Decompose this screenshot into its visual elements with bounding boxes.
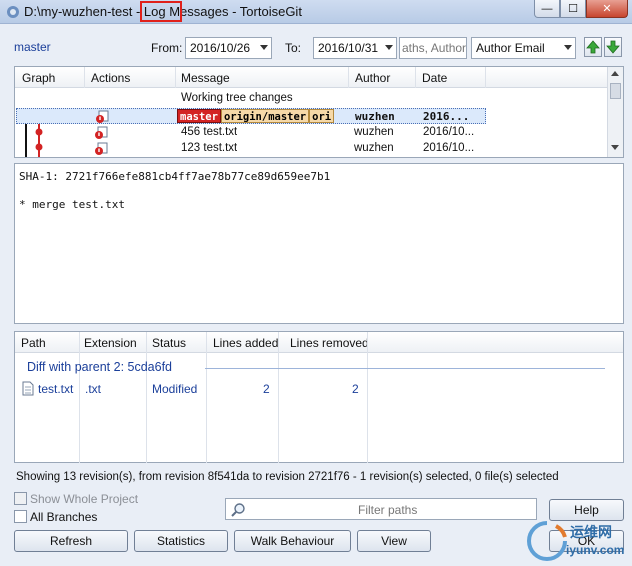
column-header-author[interactable]: Author	[355, 71, 390, 85]
arrow-down-icon	[606, 40, 620, 54]
current-branch-link[interactable]: master	[14, 40, 51, 54]
column-header-lines-removed[interactable]: Lines removed	[290, 336, 369, 350]
column-header-actions[interactable]: Actions	[91, 71, 130, 85]
commit-action-icon	[96, 110, 109, 123]
files-list-header: Path Extension Status Lines added Lines …	[15, 332, 623, 353]
filter-paths-input[interactable]: Filter paths	[225, 498, 537, 520]
maximize-button[interactable]: ☐	[560, 0, 586, 18]
checkbox-box	[14, 510, 27, 523]
commit-message: * merge test.txt	[19, 198, 125, 211]
watermark-line1: 运维网	[570, 524, 612, 540]
title-bar: D:\my-wuzhen-test - Log Messages - Torto…	[0, 0, 632, 24]
chevron-down-icon	[260, 45, 268, 50]
revision-list[interactable]: Graph Actions Message Author Date Workin…	[14, 66, 624, 158]
ref-tag-origin-master: origin/master	[220, 109, 310, 123]
filter-by-select[interactable]: Author Email	[471, 37, 576, 59]
author-cell: wuzhen	[355, 110, 395, 123]
commit-action-icon	[95, 142, 108, 155]
log-messages-window: D:\my-wuzhen-test - Log Messages - Torto…	[0, 0, 632, 566]
arrow-up-icon	[586, 40, 600, 54]
table-row[interactable]: master origin/master ori wuzhen 2016...	[16, 108, 486, 124]
date-cell: 2016/10...	[423, 142, 475, 154]
file-status: Modified	[152, 382, 198, 396]
date-cell: 2016...	[423, 110, 470, 123]
scroll-down-icon[interactable]	[611, 145, 619, 150]
table-row[interactable]: 456 test.txt wuzhen 2016/10...	[16, 125, 486, 141]
file-extension: .txt	[85, 382, 102, 396]
changed-files-list[interactable]: Path Extension Status Lines added Lines …	[14, 331, 624, 463]
tortoisegit-icon	[7, 6, 19, 18]
minimize-button[interactable]: —	[534, 0, 560, 18]
commit-action-icon	[95, 126, 108, 139]
commit-sha: SHA-1: 2721f766efe881cb4ff7ae78b77ce89d6…	[19, 170, 331, 183]
revision-list-header: Graph Actions Message Author Date	[15, 67, 623, 88]
ref-tag-master: master	[177, 109, 221, 123]
watermark: 运维网 iyunv.com	[526, 518, 630, 564]
message-cell: 123 test.txt	[181, 142, 238, 154]
column-header-lines-added[interactable]: Lines added	[213, 336, 278, 350]
watermark-line2: iyunv.com	[566, 543, 625, 557]
scroll-up-icon[interactable]	[611, 71, 619, 76]
revision-list-scrollbar[interactable]	[607, 67, 623, 157]
group-divider	[205, 368, 605, 369]
diff-group-header[interactable]: Diff with parent 2: 5cda6fd	[27, 360, 172, 374]
working-tree-label: Working tree changes	[181, 92, 293, 104]
table-row[interactable]: 123 test.txt wuzhen 2016/10...	[16, 141, 486, 157]
search-icon	[231, 503, 245, 517]
lines-removed: 2	[352, 382, 359, 396]
next-page-button[interactable]	[604, 37, 622, 57]
column-header-status[interactable]: Status	[152, 336, 186, 350]
lines-added: 2	[263, 382, 270, 396]
refresh-button[interactable]: Refresh	[14, 530, 128, 552]
walk-behaviour-button[interactable]: Walk Behaviour	[234, 530, 351, 552]
column-header-extension[interactable]: Extension	[84, 336, 137, 350]
status-text: Showing 13 revision(s), from revision 8f…	[16, 471, 559, 483]
ref-tag-origin-truncated: ori	[309, 109, 335, 123]
author-cell: wuzhen	[354, 126, 394, 138]
to-date-picker[interactable]: 2016/10/31	[313, 37, 397, 59]
file-path[interactable]: test.txt	[38, 382, 73, 396]
message-cell: 456 test.txt	[181, 126, 238, 138]
date-cell: 2016/10...	[423, 126, 475, 138]
search-field[interactable]: aths, Authors	[399, 37, 467, 59]
from-label: From:	[151, 41, 183, 55]
list-item[interactable]: Working tree changes	[16, 91, 486, 107]
column-header-date[interactable]: Date	[422, 71, 447, 85]
previous-page-button[interactable]	[584, 37, 602, 57]
chevron-down-icon	[385, 45, 393, 50]
watermark-logo	[527, 521, 567, 561]
close-button[interactable]: ✕	[586, 0, 628, 18]
to-label: To:	[285, 41, 302, 55]
statistics-button[interactable]: Statistics	[134, 530, 228, 552]
column-header-message[interactable]: Message	[181, 71, 230, 85]
scrollbar-thumb[interactable]	[610, 83, 621, 99]
chevron-down-icon	[564, 45, 572, 50]
column-header-path[interactable]: Path	[21, 336, 46, 350]
column-header-graph[interactable]: Graph	[22, 71, 55, 85]
author-cell: wuzhen	[354, 142, 394, 154]
file-icon	[22, 381, 34, 396]
all-branches-checkbox[interactable]: All Branches	[14, 510, 97, 524]
show-whole-project-checkbox[interactable]: Show Whole Project	[14, 492, 138, 506]
from-date-picker[interactable]: 2016/10/26	[185, 37, 272, 59]
ref-labels: master origin/master ori	[177, 109, 335, 123]
view-button[interactable]: View	[357, 530, 431, 552]
annotation-highlight-box	[140, 1, 182, 22]
checkbox-box	[14, 492, 27, 505]
commit-message-pane[interactable]: SHA-1: 2721f766efe881cb4ff7ae78b77ce89d6…	[14, 163, 624, 324]
